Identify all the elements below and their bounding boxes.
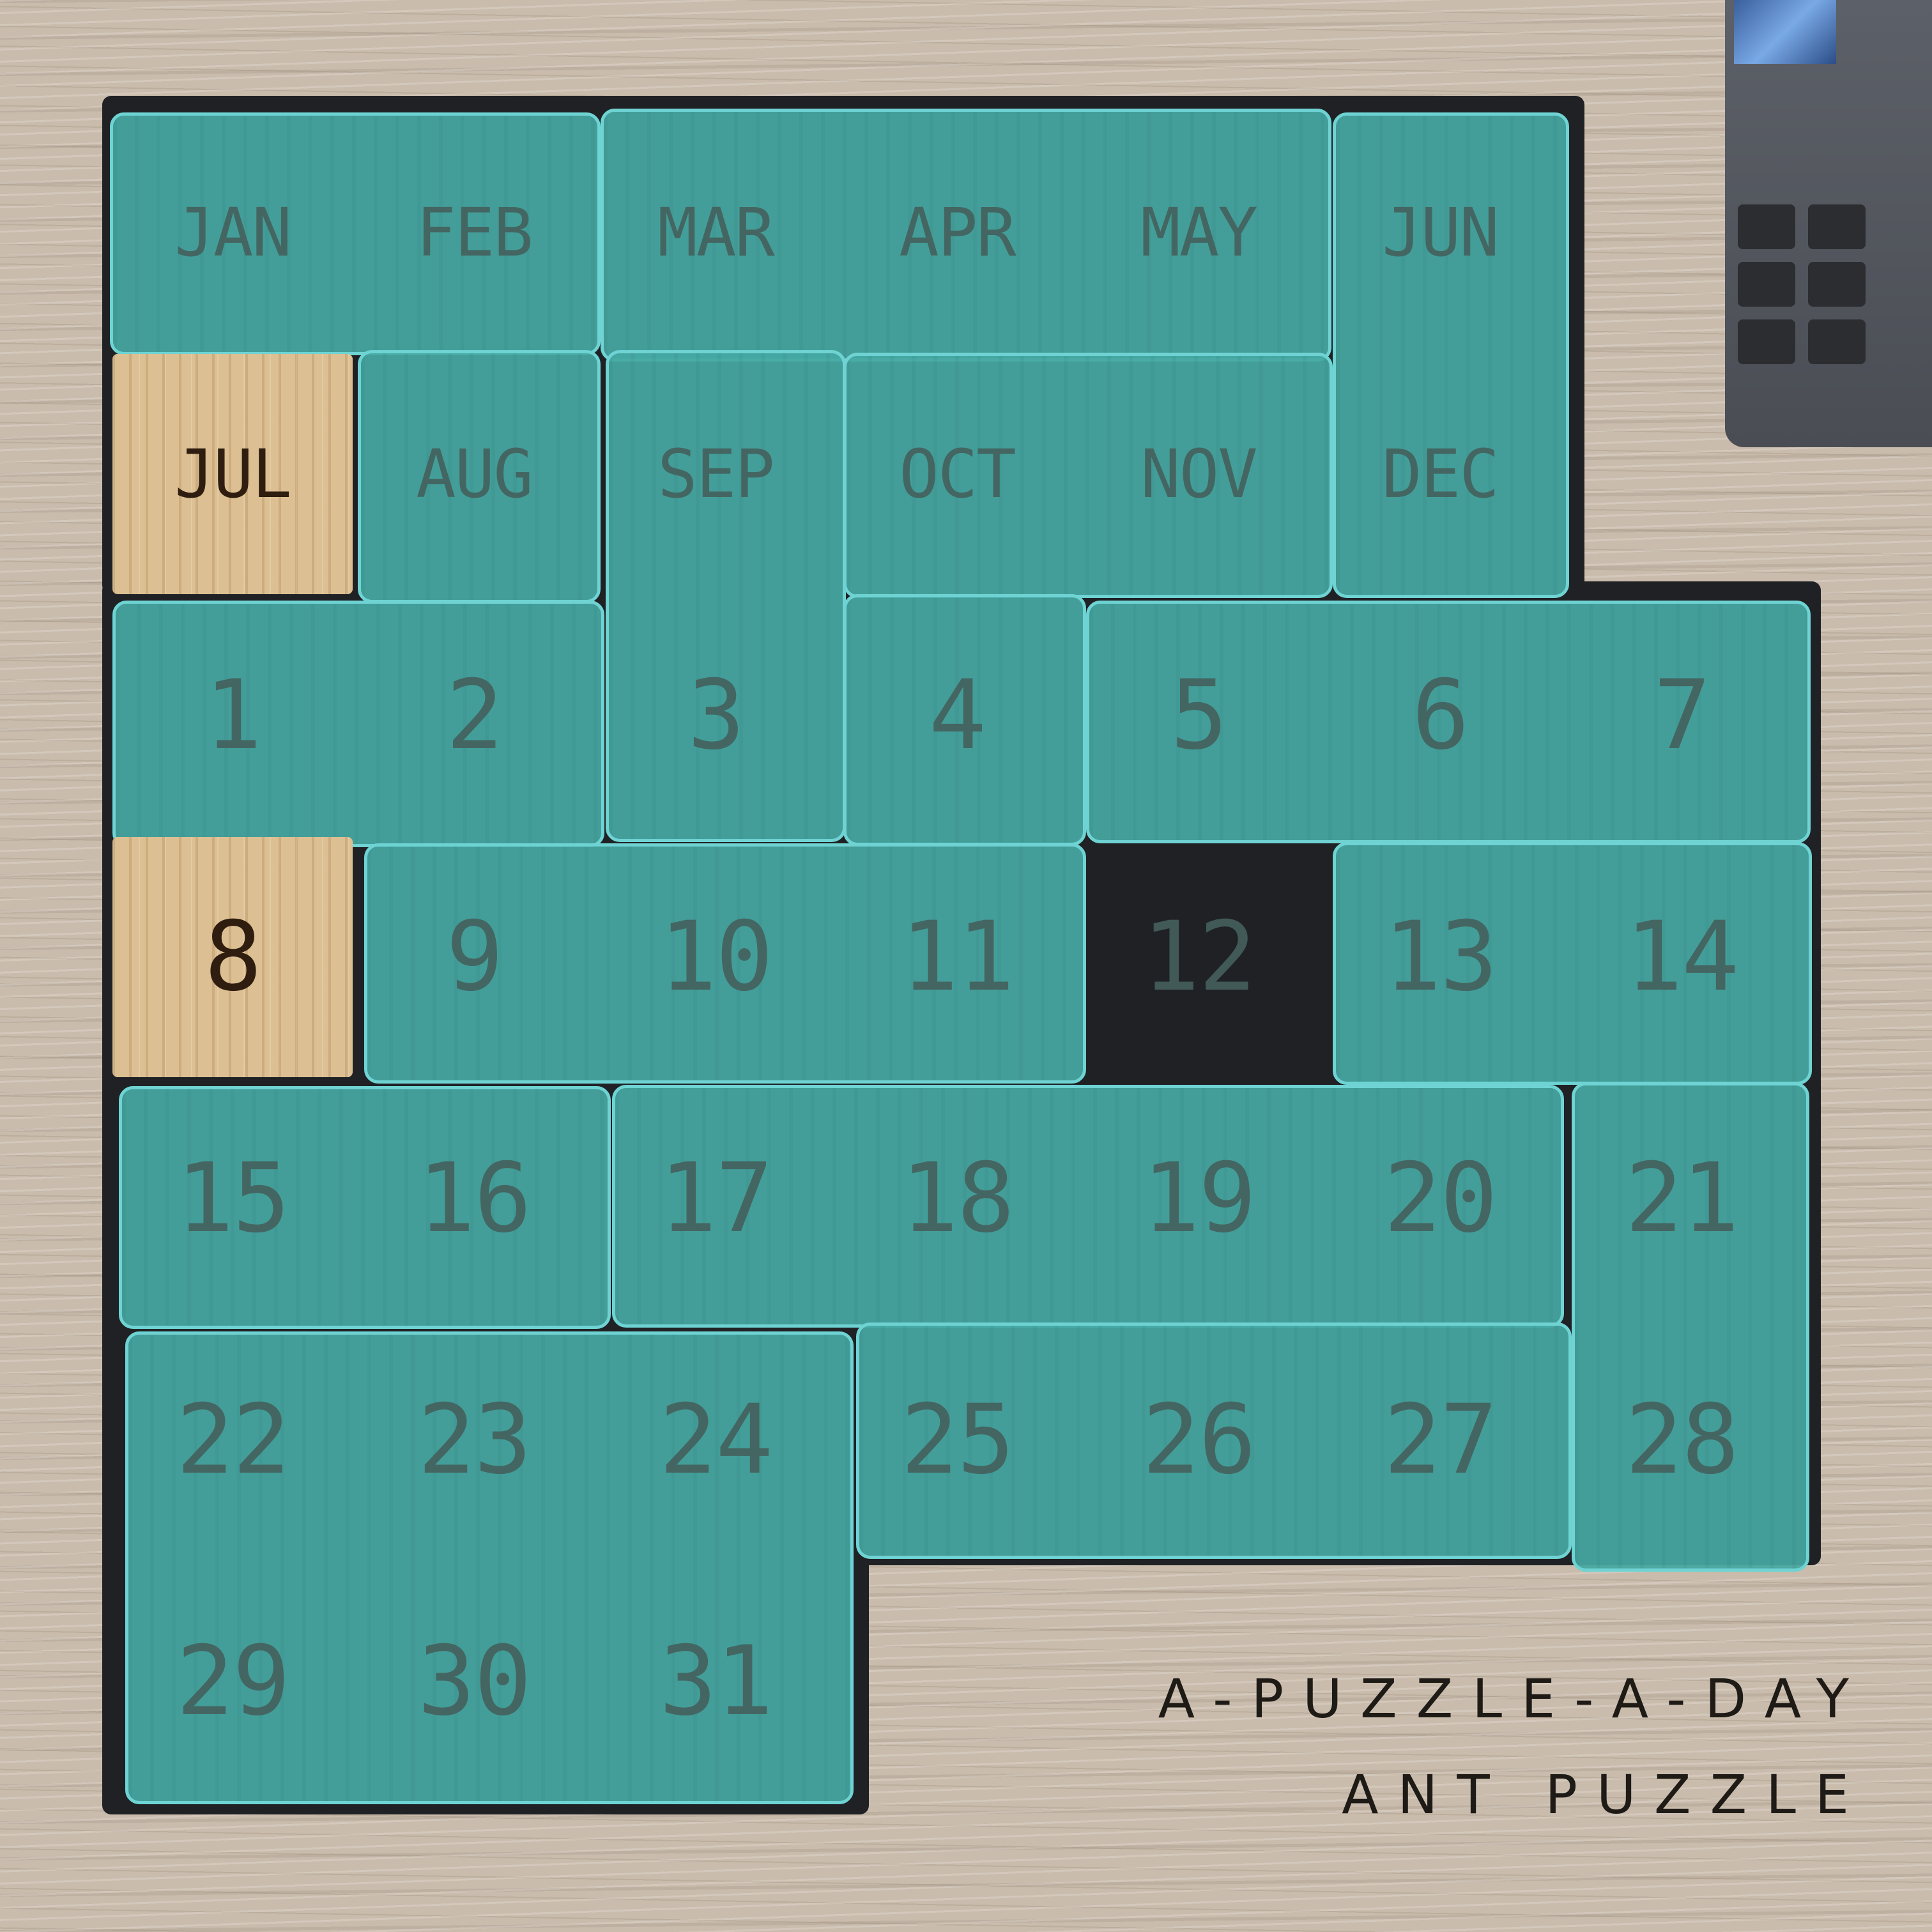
cell-26: 26 [1142,1384,1257,1496]
cell-16: 16 [417,1143,532,1254]
cell-12: 12 [1142,901,1257,1013]
cell-dec: DEC [1382,435,1499,513]
cell-7: 7 [1653,660,1711,771]
cell-31: 31 [659,1626,774,1737]
cell-6: 6 [1411,660,1469,771]
cell-1: 1 [204,660,262,771]
cell-3: 3 [687,660,745,771]
cell-17: 17 [659,1143,774,1254]
brand-title: A-PUZZLE-A-DAY [1158,1667,1868,1730]
cell-nov: NOV [1140,435,1258,513]
laptop-key [1808,319,1866,364]
cell-4: 4 [928,660,986,771]
cell-mar: MAR [657,194,775,272]
cell-11: 11 [900,901,1015,1013]
puzzle-board: JAN FEB MAR APR MAY JUN JUL AUG SEP OCT NOV DEC 1 2 3 4… [0,0,1932,1932]
cell-14: 14 [1625,901,1740,1013]
cell-28: 28 [1625,1384,1740,1496]
cell-18: 18 [900,1143,1015,1254]
cell-aug: AUG [416,435,533,513]
cell-20: 20 [1383,1143,1498,1254]
cell-2: 2 [445,660,503,771]
cell-27: 27 [1383,1384,1498,1496]
brand-subtitle: ANT PUZZLE [1342,1763,1868,1826]
laptop-key [1738,262,1795,307]
cell-13: 13 [1383,901,1498,1013]
cell-15: 15 [176,1143,291,1254]
cell-19: 19 [1142,1143,1257,1254]
cell-30: 30 [417,1626,532,1737]
cell-23: 23 [417,1384,532,1496]
laptop-key [1808,204,1866,249]
cell-oct: OCT [899,435,1016,513]
laptop-key [1738,204,1795,249]
cell-10: 10 [659,901,774,1013]
cell-feb: FEB [416,194,533,272]
cell-5: 5 [1170,660,1228,771]
open-cell-jul: JUL [112,354,353,594]
laptop-screen [1734,0,1836,64]
cell-jun: JUN [1382,194,1499,272]
open-cell-8: 8 [112,837,353,1077]
cell-apr: APR [899,194,1016,272]
laptop-corner-icon [1725,0,1932,447]
cell-sep: SEP [657,435,775,513]
cell-24: 24 [659,1384,774,1496]
cell-29: 29 [176,1626,291,1737]
cell-22: 22 [176,1384,291,1496]
laptop-key [1808,262,1866,307]
cell-jan: JAN [174,194,292,272]
cell-9: 9 [445,901,503,1013]
cell-25: 25 [900,1384,1015,1496]
laptop-key [1738,319,1795,364]
cell-21: 21 [1625,1143,1740,1254]
cell-may: MAY [1140,194,1258,272]
